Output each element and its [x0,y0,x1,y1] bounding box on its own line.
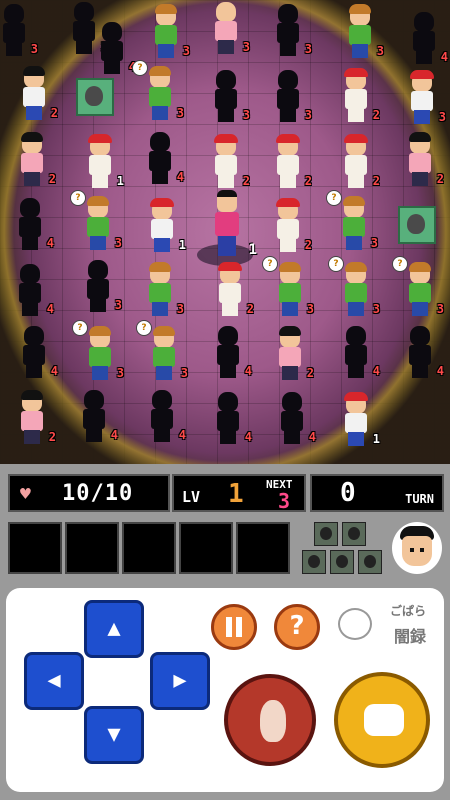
dpad-left-button[interactable]: ◀ [24,652,84,710]
green-shirt-enemy[interactable]: ? 3 [392,256,444,318]
bag-icon [330,550,354,574]
red-cap-enemy[interactable]: 2 [210,262,254,318]
green-shirt-enemy[interactable]: 3 [146,4,190,60]
item-bag-icon[interactable] [76,78,114,116]
shadow-enemy[interactable]: 4 [336,324,380,380]
hp-value: 10/10 [62,481,134,506]
shadow-enemy[interactable]: 4 [92,20,136,76]
red-cap-enemy[interactable]: 2 [206,134,250,190]
green-shirt-enemy[interactable]: ? 3 [132,60,184,122]
shadow-enemy[interactable]: 4 [400,324,444,380]
level-value: 1 [228,479,244,509]
green-shirt-enemy[interactable]: ? 3 [262,256,314,318]
punch-button[interactable] [334,672,430,768]
red-cap-enemy[interactable]: 2 [336,68,380,124]
green-shirt-enemy[interactable]: ? 3 [328,256,380,318]
pink-shirt-enemy[interactable]: 2 [400,132,444,188]
turn-value: 0 [340,478,356,508]
shadow-enemy[interactable]: 4 [74,388,118,444]
item-slot-2[interactable] [65,522,119,574]
item-slot-5[interactable] [236,522,290,574]
shadow-enemy[interactable]: 4 [140,130,184,186]
arrow-up-icon: ▲ [107,616,121,641]
level-label: LV [182,488,201,506]
controller-area: ▲ ◀ ▶ ▼ ? ごぱら 闇録 [0,584,450,800]
player-portrait [392,522,442,574]
red-cap-enemy[interactable]: 1 [336,392,380,448]
shadow-enemy[interactable]: 3 [268,2,312,58]
status-bar: ♥ 10/10 LV 1 NEXT 3 0 TURN [0,464,450,584]
white-shirt-enemy[interactable]: 2 [14,66,58,122]
pink-shirt-enemy[interactable]: 2 [270,326,314,382]
arrow-right-icon: ▶ [173,668,187,693]
next-value: 3 [278,489,291,513]
green-shirt-enemy[interactable]: ? 3 [70,190,122,252]
pause-icon [226,617,242,637]
hp-panel: ♥ 10/10 [8,474,170,512]
dpad-down-button[interactable]: ▼ [84,706,144,764]
pause-button[interactable] [211,604,257,650]
boss-enemy[interactable]: 3 [206,0,250,56]
green-shirt-enemy[interactable]: 3 [340,4,384,60]
shadow-enemy[interactable]: 4 [14,324,58,380]
red-cap-enemy[interactable]: 2 [336,134,380,190]
shadow-enemy[interactable]: 4 [404,10,448,66]
white-shirt-enemy[interactable]: 3 [402,70,446,126]
green-shirt-enemy[interactable]: 3 [140,262,184,318]
player-body [215,212,239,236]
logo-mascot-icon [338,608,372,640]
shadow-enemy[interactable]: 4 [10,196,54,252]
shadow-enemy[interactable]: 4 [272,390,316,446]
shadow-enemy[interactable]: 4 [208,390,252,446]
item-slot-1[interactable] [8,522,62,574]
item-slot-4[interactable] [179,522,233,574]
bag-icon [302,550,326,574]
pink-shirt-enemy[interactable]: 2 [12,132,56,188]
level-panel: LV 1 NEXT 3 [172,474,306,513]
item-slot-3[interactable] [122,522,176,574]
shadow-enemy[interactable]: 3 [78,258,122,314]
bag-icon [342,522,366,546]
fist-icon [364,704,404,736]
game-board[interactable]: 3 3 4 3 3 3 3 4 2 ?3 3 3 2 3 2 1 4 2 2 2… [0,0,450,464]
player-legs [218,236,236,256]
dpad-up-button[interactable]: ▲ [84,600,144,658]
footprint-icon [260,700,286,742]
shadow-enemy[interactable]: 3 [0,2,38,58]
heart-icon: ♥ [20,484,31,505]
help-button[interactable]: ? [274,604,320,650]
red-cap-enemy[interactable]: 1 [142,198,186,254]
pink-shirt-enemy[interactable]: 2 [12,390,56,446]
green-shirt-enemy[interactable]: ? 3 [326,190,378,252]
shadow-enemy[interactable]: 3 [206,68,250,124]
player-number: 1 [248,242,257,258]
bag-inventory [300,520,382,576]
bag-icon [314,522,338,546]
arrow-left-icon: ◀ [47,668,61,693]
player-head [217,190,237,212]
step-button[interactable] [224,674,316,766]
bag-icon [358,550,382,574]
player-character[interactable]: 1 [197,190,257,268]
shadow-enemy[interactable]: 4 [10,262,54,318]
controller-panel: ▲ ◀ ▶ ▼ ? ごぱら 闇録 [6,588,444,792]
question-icon: ? [289,611,305,641]
shadow-enemy[interactable]: 4 [208,324,252,380]
green-shirt-enemy[interactable]: ? 3 [136,320,188,382]
game-logo: ごぱら 闇録 [336,602,426,660]
red-cap-enemy[interactable]: 2 [268,134,312,190]
red-cap-enemy[interactable]: 2 [268,198,312,254]
item-bag-icon[interactable] [398,206,436,244]
green-shirt-enemy[interactable]: ? 3 [72,320,124,382]
turn-panel: 0 TURN [310,474,444,512]
arrow-down-icon: ▼ [107,722,121,747]
shadow-enemy[interactable]: 4 [142,388,186,444]
shadow-enemy[interactable]: 3 [268,68,312,124]
turn-label: TURN [405,492,434,506]
red-cap-enemy[interactable]: 1 [80,134,124,190]
dpad-right-button[interactable]: ▶ [150,652,210,710]
